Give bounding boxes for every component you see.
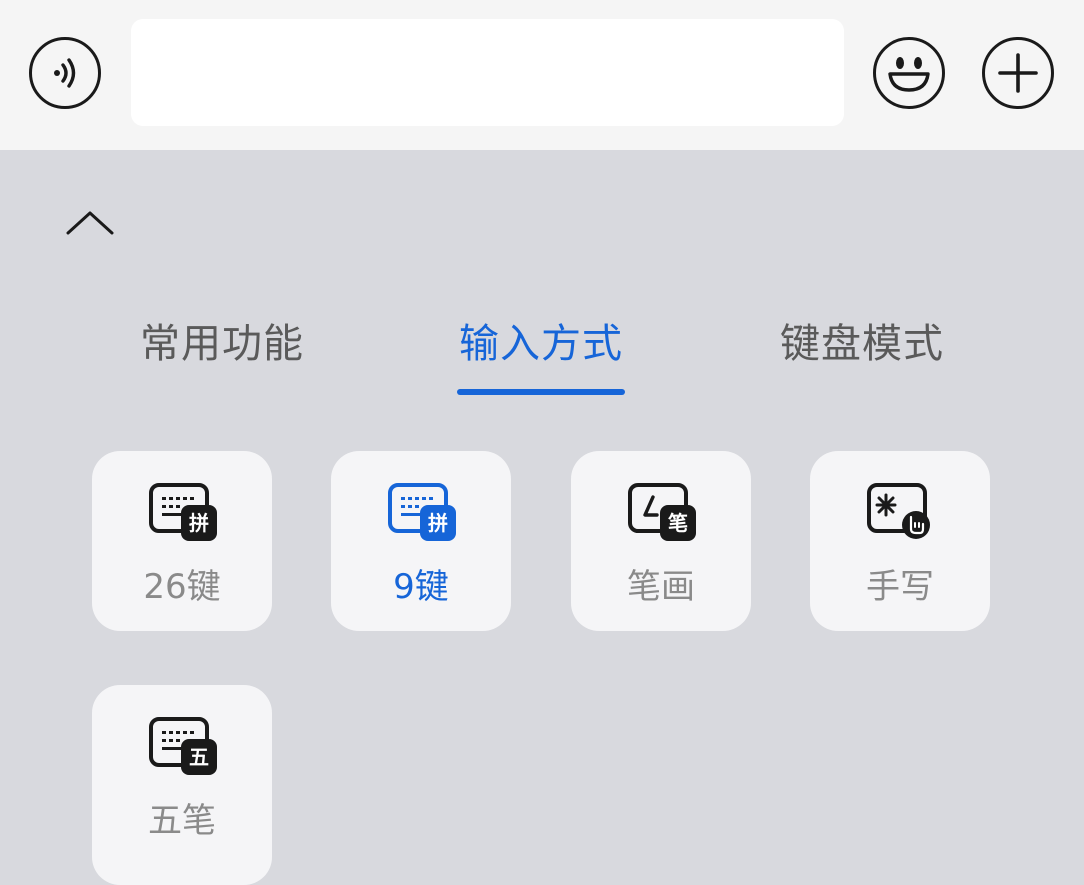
tab-keyboard-mode[interactable]: 键盘模式 xyxy=(778,316,946,376)
stroke-icon: 笔 xyxy=(627,481,697,541)
input-bar xyxy=(0,0,1084,150)
tab-input-method[interactable]: 输入方式 xyxy=(457,316,625,376)
mode-badge: 拼 xyxy=(181,505,217,541)
mode-label: 手写 xyxy=(866,567,934,607)
mode-badge: 拼 xyxy=(420,505,456,541)
mode-label: 26键 xyxy=(143,567,221,607)
mode-label: 笔画 xyxy=(627,567,695,607)
voice-icon xyxy=(54,58,76,88)
voice-button[interactable] xyxy=(29,37,101,109)
keyboard-wubi-icon: 五 xyxy=(148,715,218,775)
mode-badge: 笔 xyxy=(660,505,696,541)
handwriting-icon xyxy=(866,481,936,541)
keyboard-pinyin-icon: 拼 xyxy=(148,481,218,541)
collapse-button[interactable] xyxy=(62,200,118,246)
message-input[interactable] xyxy=(131,19,844,126)
mode-9-key[interactable]: 拼 9键 xyxy=(331,451,511,631)
tab-common-functions[interactable]: 常用功能 xyxy=(138,316,306,376)
active-tab-indicator xyxy=(457,389,625,395)
mode-label: 五笔 xyxy=(148,801,216,841)
keyboard-pinyin-icon: 拼 xyxy=(387,481,457,541)
plus-icon xyxy=(998,53,1038,93)
mode-handwriting[interactable]: 手写 xyxy=(810,451,990,631)
mode-wubi[interactable]: 五 五笔 xyxy=(92,685,272,885)
emoji-button[interactable] xyxy=(873,37,945,109)
mode-badge: 五 xyxy=(181,739,217,775)
smiley-icon xyxy=(888,57,930,92)
mode-26-key[interactable]: 拼 26键 xyxy=(92,451,272,631)
mode-stroke[interactable]: 笔 笔画 xyxy=(571,451,751,631)
mode-label: 9键 xyxy=(393,567,449,607)
chevron-up-icon xyxy=(66,211,114,235)
add-button[interactable] xyxy=(982,37,1054,109)
